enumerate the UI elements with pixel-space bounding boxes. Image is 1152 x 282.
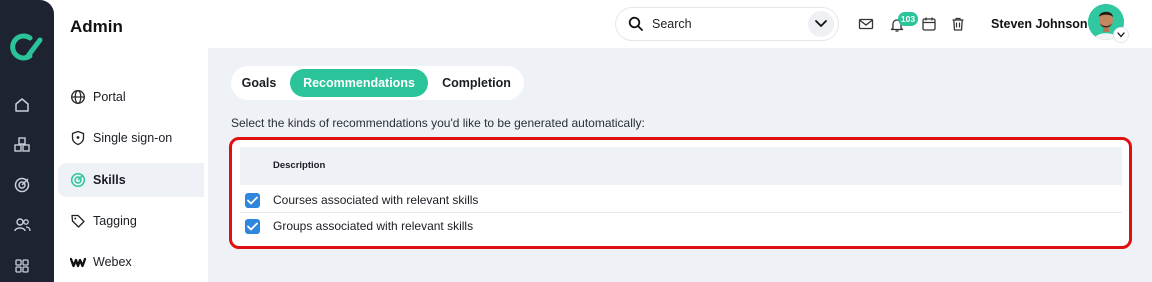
search-scope-dropdown[interactable] — [808, 11, 834, 37]
chevron-down-icon — [815, 20, 827, 27]
tab-completion[interactable]: Completion — [434, 69, 519, 97]
checkbox-groups[interactable] — [245, 219, 260, 234]
nav-item-label: Single sign-on — [93, 131, 173, 145]
nav-item-label: Tagging — [93, 214, 137, 228]
nav-item-webex[interactable]: Webex — [58, 245, 204, 279]
table-row[interactable]: Courses associated with relevant skills — [240, 187, 1122, 213]
user-menu-toggle[interactable] — [1114, 28, 1128, 42]
table-header: Description — [240, 147, 1122, 185]
shield-icon — [70, 130, 86, 146]
nav-item-label: Skills — [93, 173, 126, 187]
nav-item-single-sign-on[interactable]: Single sign-on — [58, 121, 204, 155]
search-icon — [628, 16, 644, 32]
webex-icon — [70, 254, 86, 270]
users-icon[interactable] — [13, 216, 31, 234]
search-input[interactable]: Search — [652, 17, 692, 31]
checkmark-icon — [247, 222, 258, 231]
tab-bar: Goals Recommendations Completion — [231, 66, 524, 100]
tab-recommendations[interactable]: Recommendations — [290, 69, 428, 97]
instructions-text: Select the kinds of recommendations you'… — [231, 116, 645, 130]
checkmark-icon — [247, 196, 258, 205]
cubes-icon[interactable] — [13, 136, 31, 154]
nav-item-label: Webex — [93, 255, 132, 269]
page-title: Admin — [70, 17, 123, 36]
logo-icon[interactable] — [8, 32, 44, 62]
left-rail — [0, 0, 54, 282]
globe-icon — [70, 89, 86, 105]
search-box[interactable]: Search — [616, 8, 838, 40]
user-name[interactable]: Steven Johnson — [991, 17, 1088, 31]
nav-item-skills[interactable]: Skills — [58, 163, 204, 197]
notification-count-badge: 103 — [898, 12, 918, 26]
checkbox-courses[interactable] — [245, 193, 260, 208]
nav-item-label: Portal — [93, 90, 126, 104]
skills-icon — [70, 172, 86, 188]
table-row[interactable]: Groups associated with relevant skills — [240, 213, 1122, 239]
row-label: Courses associated with relevant skills — [273, 193, 479, 207]
apps-grid-icon[interactable] — [13, 257, 31, 275]
calendar-icon[interactable] — [921, 16, 937, 32]
nav-item-portal[interactable]: Portal — [58, 80, 204, 114]
trash-icon[interactable] — [950, 16, 966, 32]
row-label: Groups associated with relevant skills — [273, 219, 474, 233]
mail-icon[interactable] — [858, 16, 874, 32]
chevron-down-icon — [1117, 32, 1125, 38]
column-header-description: Description — [273, 160, 326, 171]
tab-goals[interactable]: Goals — [234, 69, 284, 97]
nav-item-tagging[interactable]: Tagging — [58, 204, 204, 238]
home-icon[interactable] — [13, 96, 31, 114]
target-icon[interactable] — [13, 176, 31, 194]
tag-icon — [70, 213, 86, 229]
